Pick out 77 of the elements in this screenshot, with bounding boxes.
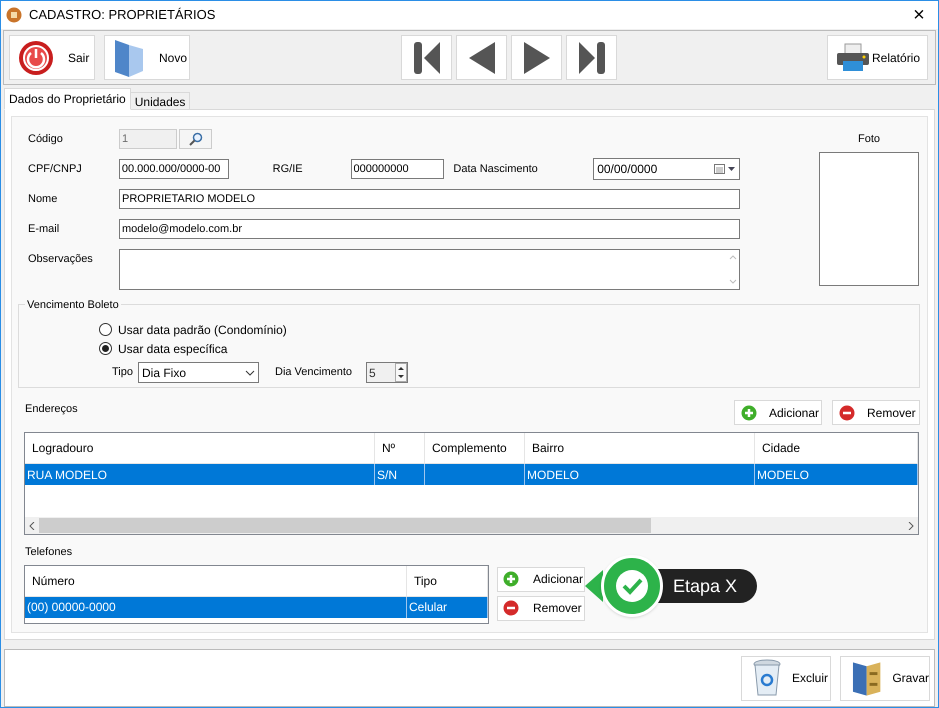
field-label: Observações	[28, 253, 93, 265]
dropdown[interactable]: Dia Fixo	[138, 362, 259, 383]
field-label: Dia Vencimento	[275, 365, 354, 380]
footer-button[interactable]: Gravar	[840, 656, 930, 700]
tab[interactable]: Unidades	[130, 92, 190, 110]
search-button[interactable]	[179, 129, 212, 149]
text-field[interactable]: 00.000.000/0000-00	[118, 159, 229, 179]
action-button[interactable]: Adicionar	[734, 400, 822, 425]
nav-button[interactable]	[566, 35, 617, 80]
last-record-icon	[576, 40, 606, 76]
table-row[interactable]: RUA MODELO S/N MODELO MODELO	[25, 464, 918, 485]
table-cell-text: MODELO	[757, 466, 810, 484]
column-header[interactable]: Logradouro	[25, 433, 375, 463]
chevron-down-icon	[245, 370, 255, 376]
column-header[interactable]: Complemento	[425, 433, 525, 463]
check-icon	[615, 569, 649, 603]
date-field[interactable]: 00/00/0000	[593, 158, 740, 180]
calendar-icon	[714, 163, 736, 175]
table-cell-text: Celular	[409, 599, 448, 616]
tab[interactable]: Dados do Proprietário	[4, 88, 131, 110]
next-icon	[522, 40, 552, 76]
first-record-icon	[412, 40, 442, 76]
column-header[interactable]: Número	[25, 566, 407, 596]
table-cell-text: MODELO	[527, 466, 580, 484]
text-field[interactable]: 000000000	[350, 159, 444, 179]
toolbar-button[interactable]: Sair	[9, 35, 95, 80]
minus-icon	[839, 404, 855, 420]
radio-option[interactable]: Usar data padrão (Condomínio)	[99, 320, 287, 339]
text-area[interactable]	[119, 249, 740, 290]
search-icon	[188, 132, 202, 146]
spinner-arrows-icon	[395, 363, 407, 382]
action-button[interactable]: Remover	[832, 400, 920, 425]
column-header[interactable]: Bairro	[525, 433, 755, 463]
app-icon	[6, 7, 22, 23]
field-label: RG/IE	[272, 162, 303, 175]
column-header[interactable]: Tipo	[407, 566, 488, 596]
field-label: E-mail	[28, 222, 60, 235]
table-cell-text: (00) 00000-0000	[27, 599, 116, 616]
photo-label: Foto	[858, 132, 880, 147]
plus-icon	[503, 571, 519, 587]
field-label: CPF/CNPJ	[28, 162, 82, 175]
radio-option[interactable]: Usar data específica	[99, 339, 228, 358]
text-field[interactable]: PROPRIETARIO MODELO	[119, 189, 740, 209]
action-button[interactable]: Remover	[497, 596, 585, 620]
window-title: CADASTRO: PROPRIETÁRIOS	[29, 6, 216, 24]
column-header[interactable]: Cidade	[755, 433, 918, 463]
section-label: Endereços	[25, 402, 78, 417]
toolbar-button[interactable]: Novo	[104, 35, 190, 80]
field-label: Tipo	[112, 365, 133, 380]
column-header[interactable]: Nº	[375, 433, 425, 463]
toolbar-button[interactable]: Relatório	[827, 35, 928, 80]
nav-button[interactable]	[401, 35, 452, 80]
previous-icon	[466, 40, 496, 76]
section-label: Telefones	[25, 545, 74, 560]
table-cell-text: RUA MODELO	[27, 466, 108, 484]
nav-button[interactable]	[456, 35, 507, 80]
folder-icon	[113, 38, 145, 78]
field-label: Código	[28, 132, 63, 145]
field-label: Nome	[28, 192, 58, 205]
nav-button[interactable]	[511, 35, 562, 80]
horizontal-scrollbar[interactable]	[25, 517, 918, 534]
footer-button[interactable]: Excluir	[741, 656, 831, 700]
scroll-left-icon	[29, 522, 35, 530]
number-spinner[interactable]: 5	[366, 362, 408, 383]
text-field[interactable]: modelo@modelo.com.br	[119, 219, 740, 239]
close-button[interactable]: ×	[905, 3, 933, 27]
plus-icon	[741, 404, 757, 420]
scroll-right-icon	[908, 522, 914, 530]
action-button[interactable]: Adicionar	[497, 566, 585, 592]
table-row[interactable]: (00) 00000-0000 Celular	[25, 596, 488, 618]
minus-icon	[503, 600, 519, 616]
callout-label: Etapa X	[673, 574, 738, 598]
printer-icon	[836, 42, 870, 72]
power-icon	[18, 40, 54, 76]
field-label: Data Nascimento	[453, 162, 538, 175]
table-cell-text: S/N	[377, 466, 398, 484]
trash-icon	[752, 659, 782, 697]
